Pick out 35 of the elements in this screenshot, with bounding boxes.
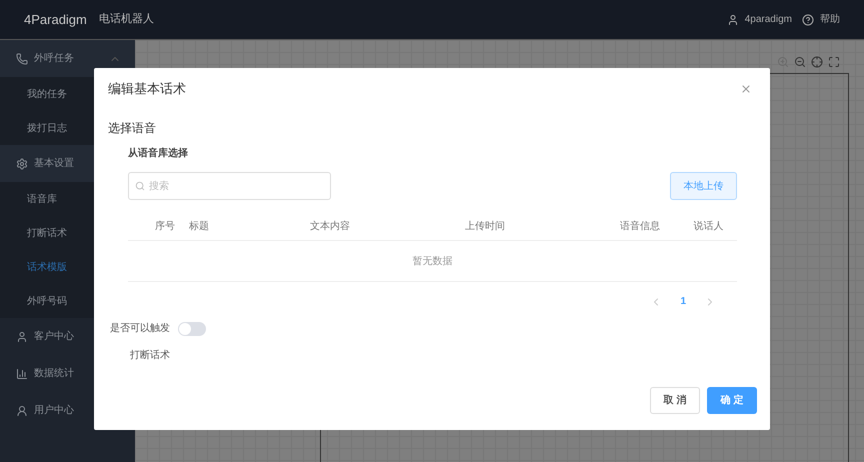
close-icon[interactable] xyxy=(740,83,752,95)
confirm-button[interactable]: 确 定 xyxy=(707,387,757,414)
cancel-button[interactable]: 取 消 xyxy=(650,387,700,414)
user-icon xyxy=(16,404,28,416)
column-header: 语音信息 xyxy=(619,220,661,234)
trigger-switch[interactable] xyxy=(178,322,206,336)
phone-icon xyxy=(16,52,28,64)
settings-icon xyxy=(16,158,28,170)
column-header: 标题 xyxy=(188,220,210,234)
section-title: 选择语音 xyxy=(108,120,157,136)
upload-button[interactable]: 本地上传 xyxy=(670,172,737,200)
column-header: 说话人 xyxy=(692,220,724,234)
column-header: 上传时间 xyxy=(464,220,506,234)
column-header: 序号 xyxy=(154,220,176,234)
help-link[interactable]: 帮助 xyxy=(820,12,840,27)
zoom-out-icon[interactable] xyxy=(794,56,806,68)
search-icon xyxy=(135,181,145,191)
logo: 4Paradigm xyxy=(24,10,87,29)
page-number[interactable]: 1 xyxy=(680,294,686,309)
sidebar-group[interactable]: 用户中心 xyxy=(0,392,135,429)
search-field[interactable]: 搜索 xyxy=(128,172,331,200)
sidebar-group[interactable]: 外呼任务 xyxy=(0,40,135,77)
center-icon[interactable] xyxy=(811,56,823,68)
interrupt-label: 打断话术 xyxy=(130,348,171,363)
toggle-label: 是否可以触发 xyxy=(110,322,170,336)
bar-chart-icon xyxy=(16,368,28,380)
fullscreen-icon[interactable] xyxy=(828,56,840,68)
username[interactable]: 4paradigm xyxy=(744,12,792,27)
help-icon xyxy=(802,14,814,26)
dialog-title: 编辑基本话术 xyxy=(108,80,186,98)
person-icon xyxy=(16,330,28,342)
column-header: 文本内容 xyxy=(309,220,351,234)
app-title: 电话机器人 xyxy=(98,12,154,28)
empty-text: 暂无数据 xyxy=(412,254,452,268)
user-icon xyxy=(726,14,739,26)
